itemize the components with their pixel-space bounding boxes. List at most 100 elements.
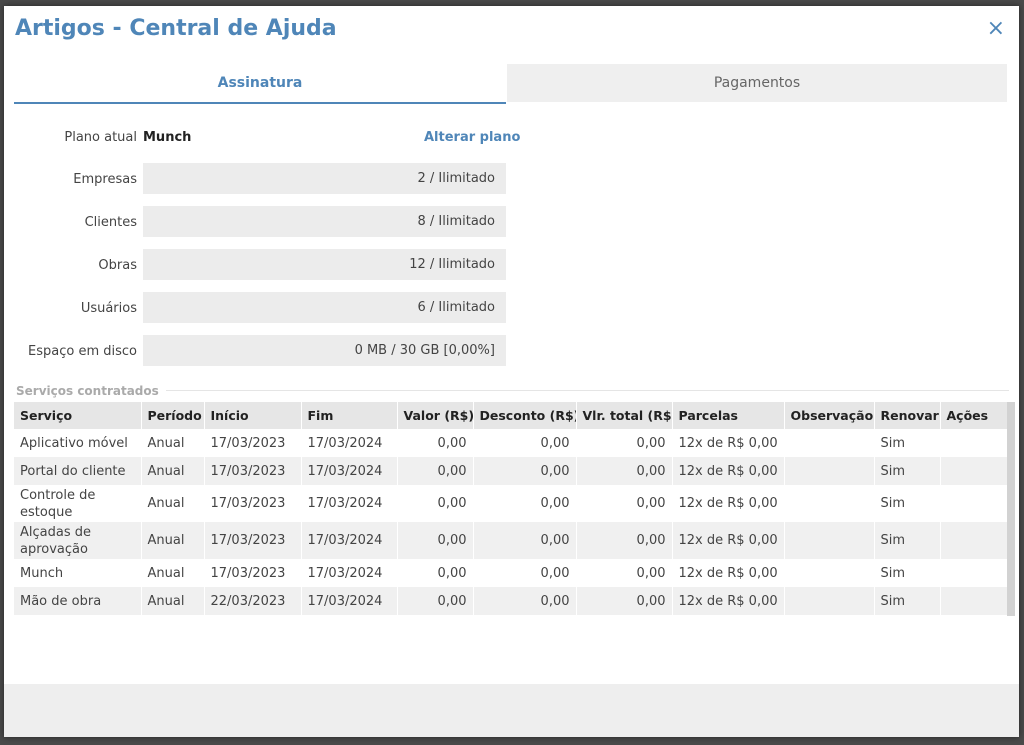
cell-desconto: 0,00 xyxy=(473,587,577,615)
cell-total: 0,00 xyxy=(576,559,673,587)
cell-periodo: Anual xyxy=(141,559,205,587)
cell-desconto: 0,00 xyxy=(473,559,577,587)
cell-total: 0,00 xyxy=(576,522,673,559)
cell-acoes xyxy=(940,587,1008,615)
col-fim[interactable]: Fim xyxy=(301,402,398,429)
cell-servico: Alçadas de aprovação xyxy=(14,522,142,559)
services-table-body: Aplicativo móvel Anual 17/03/2023 17/03/202… xyxy=(14,429,1008,615)
cell-servico: Munch xyxy=(14,559,142,587)
quota-label-clientes: Clientes xyxy=(84,215,137,230)
cell-renovar: Sim xyxy=(874,429,941,457)
modal-footer xyxy=(4,684,1019,737)
cell-valor: 0,00 xyxy=(397,522,474,559)
help-articles-modal: Artigos - Central de Ajuda × Assinatura … xyxy=(4,6,1019,737)
cell-inicio: 22/03/2023 xyxy=(204,587,302,615)
quota-label-disk: Espaço em disco xyxy=(28,344,137,359)
cell-total: 0,00 xyxy=(576,429,673,457)
cell-fim: 17/03/2024 xyxy=(301,485,398,522)
cell-renovar: Sim xyxy=(874,522,941,559)
table-row[interactable]: Portal do cliente Anual 17/03/2023 17/03/20… xyxy=(14,457,1008,485)
tab-assinatura[interactable]: Assinatura xyxy=(14,64,506,104)
cell-observacao xyxy=(784,587,875,615)
cell-renovar: Sim xyxy=(874,559,941,587)
cell-servico: Mão de obra xyxy=(14,587,142,615)
cell-parcelas: 12x de R$ 0,00 xyxy=(672,522,785,559)
cell-periodo: Anual xyxy=(141,587,205,615)
cell-periodo: Anual xyxy=(141,457,205,485)
quota-value-empresas: 2 / Ilimitado xyxy=(143,163,506,194)
table-row[interactable]: Munch Anual 17/03/2023 17/03/2024 0,00 0,00 0,… xyxy=(14,559,1008,587)
cell-inicio: 17/03/2023 xyxy=(204,457,302,485)
cell-servico: Aplicativo móvel xyxy=(14,429,142,457)
cell-periodo: Anual xyxy=(141,522,205,559)
col-renovar[interactable]: Renovar xyxy=(874,402,941,429)
cell-desconto: 0,00 xyxy=(473,485,577,522)
cell-inicio: 17/03/2023 xyxy=(204,522,302,559)
cell-servico: Controle de estoque xyxy=(14,485,142,522)
table-row[interactable]: Mão de obra Anual 22/03/2023 17/03/2024 0,00… xyxy=(14,587,1008,615)
cell-desconto: 0,00 xyxy=(473,457,577,485)
col-periodo[interactable]: Período xyxy=(141,402,205,429)
current-plan-label: Plano atual xyxy=(64,130,137,145)
cell-total: 0,00 xyxy=(576,587,673,615)
cell-acoes xyxy=(940,457,1008,485)
table-header-row: Serviço Período Início Fim Valor (R$) De… xyxy=(14,402,1008,429)
cell-desconto: 0,00 xyxy=(473,429,577,457)
col-acoes[interactable]: Ações xyxy=(940,402,1008,429)
cell-acoes xyxy=(940,485,1008,522)
cell-total: 0,00 xyxy=(576,457,673,485)
tab-pagamentos[interactable]: Pagamentos xyxy=(507,64,1007,102)
cell-acoes xyxy=(940,429,1008,457)
cell-inicio: 17/03/2023 xyxy=(204,485,302,522)
col-parcelas[interactable]: Parcelas xyxy=(672,402,785,429)
cell-parcelas: 12x de R$ 0,00 xyxy=(672,457,785,485)
table-row[interactable]: Aplicativo móvel Anual 17/03/2023 17/03/202… xyxy=(14,429,1008,457)
current-plan-name: Munch xyxy=(143,130,192,145)
services-table: Serviço Período Início Fim Valor (R$) De… xyxy=(14,402,1008,615)
col-servico[interactable]: Serviço xyxy=(14,402,142,429)
change-plan-link[interactable]: Alterar plano xyxy=(424,130,520,145)
cell-fim: 17/03/2024 xyxy=(301,457,398,485)
cell-renovar: Sim xyxy=(874,587,941,615)
cell-inicio: 17/03/2023 xyxy=(204,429,302,457)
cell-parcelas: 12x de R$ 0,00 xyxy=(672,559,785,587)
cell-fim: 17/03/2024 xyxy=(301,587,398,615)
cell-acoes xyxy=(940,559,1008,587)
cell-renovar: Sim xyxy=(874,457,941,485)
quota-label-obras: Obras xyxy=(98,258,137,273)
quota-value-clientes: 8 / Ilimitado xyxy=(143,206,506,237)
quota-value-usuarios: 6 / Ilimitado xyxy=(143,292,506,323)
cell-parcelas: 12x de R$ 0,00 xyxy=(672,485,785,522)
cell-observacao xyxy=(784,559,875,587)
cell-observacao xyxy=(784,522,875,559)
cell-desconto: 0,00 xyxy=(473,522,577,559)
cell-fim: 17/03/2024 xyxy=(301,522,398,559)
quota-label-usuarios: Usuários xyxy=(80,301,137,316)
cell-periodo: Anual xyxy=(141,485,205,522)
services-table-container[interactable]: Serviço Período Início Fim Valor (R$) De… xyxy=(14,402,1016,620)
cell-valor: 0,00 xyxy=(397,559,474,587)
col-total[interactable]: Vlr. total (R$) xyxy=(576,402,673,429)
quota-value-disk: 0 MB / 30 GB [0,00%] xyxy=(143,335,506,366)
close-icon[interactable]: × xyxy=(987,18,1005,40)
cell-fim: 17/03/2024 xyxy=(301,429,398,457)
cell-renovar: Sim xyxy=(874,485,941,522)
col-valor[interactable]: Valor (R$) xyxy=(397,402,474,429)
table-row[interactable]: Alçadas de aprovação Anual 17/03/2023 17/03… xyxy=(14,522,1008,559)
cell-total: 0,00 xyxy=(576,485,673,522)
quota-label-empresas: Empresas xyxy=(73,172,137,187)
table-row[interactable]: Controle de estoque Anual 17/03/2023 17/03/… xyxy=(14,485,1008,522)
cell-valor: 0,00 xyxy=(397,485,474,522)
cell-acoes xyxy=(940,522,1008,559)
table-scrollbar[interactable] xyxy=(1007,402,1015,616)
cell-servico: Portal do cliente xyxy=(14,457,142,485)
services-section-title: Serviços contratados xyxy=(16,384,159,398)
tab-bar: Assinatura Pagamentos xyxy=(14,64,1007,104)
col-observacao[interactable]: Observação xyxy=(784,402,875,429)
cell-inicio: 17/03/2023 xyxy=(204,559,302,587)
col-inicio[interactable]: Início xyxy=(204,402,302,429)
col-desconto[interactable]: Desconto (R$) xyxy=(473,402,577,429)
cell-parcelas: 12x de R$ 0,00 xyxy=(672,429,785,457)
cell-parcelas: 12x de R$ 0,00 xyxy=(672,587,785,615)
cell-observacao xyxy=(784,429,875,457)
